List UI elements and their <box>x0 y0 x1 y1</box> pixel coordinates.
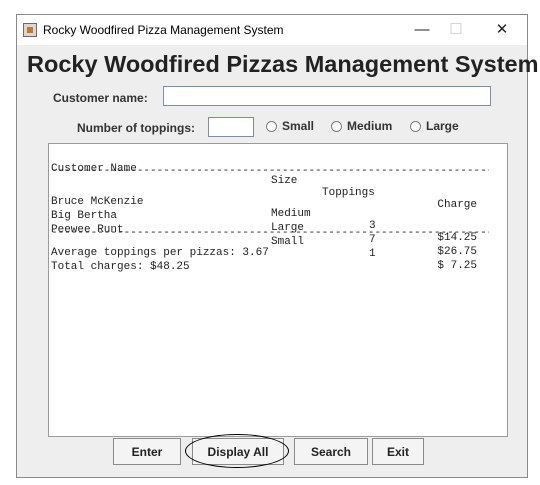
size-radio-small[interactable]: Small <box>266 119 314 133</box>
size-radio-medium[interactable]: Medium <box>331 119 392 133</box>
average-toppings-line: Average toppings per pizzas: 3.67 <box>51 247 269 259</box>
separator-line: ----------------------------------------… <box>51 227 489 239</box>
radio-label-medium: Medium <box>347 119 393 133</box>
radio-circle-icon <box>266 120 277 132</box>
toppings-input[interactable] <box>208 117 254 137</box>
maximize-button[interactable]: ☐ <box>441 17 471 43</box>
app-window: Rocky Woodfired Pizza Management System … <box>16 14 538 478</box>
output-textarea[interactable]: Customer Name Size Toppings Charge -----… <box>48 143 508 437</box>
row-toppings: 1 <box>369 248 376 260</box>
radio-label-large: Large <box>426 119 459 133</box>
row-charge: $ 7.25 <box>437 260 477 272</box>
radio-circle-icon <box>331 120 342 132</box>
enter-button[interactable]: Enter <box>113 438 181 465</box>
total-charges-line: Total charges: $48.25 <box>51 261 190 273</box>
title-bar: Rocky Woodfired Pizza Management System … <box>17 15 527 45</box>
radio-label-small: Small <box>282 119 315 133</box>
window-title: Rocky Woodfired Pizza Management System <box>43 23 284 37</box>
customer-name-label: Customer name: <box>53 91 148 105</box>
search-button[interactable]: Search <box>294 438 368 465</box>
size-radio-large[interactable]: Large <box>410 119 459 133</box>
page-title: Rocky Woodfired Pizzas Management System <box>27 51 539 77</box>
java-app-icon <box>23 23 37 37</box>
separator-line: ----------------------------------------… <box>51 165 489 177</box>
minimize-button[interactable]: — <box>407 17 437 43</box>
radio-circle-icon <box>410 120 421 132</box>
close-button[interactable]: ✕ <box>487 17 517 43</box>
toppings-label: Number of toppings: <box>77 121 195 135</box>
exit-button[interactable]: Exit <box>372 438 424 465</box>
display-all-button[interactable]: Display All <box>192 438 284 465</box>
customer-name-input[interactable] <box>163 86 491 106</box>
